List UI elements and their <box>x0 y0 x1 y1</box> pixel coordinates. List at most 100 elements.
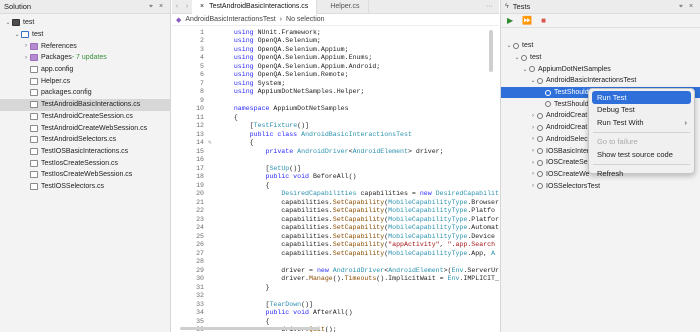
chevron-icon[interactable]: › <box>529 160 537 166</box>
chevron-icon[interactable]: › <box>529 113 537 119</box>
solution-tree-item[interactable]: app.config <box>0 64 170 76</box>
context-menu-item[interactable]: Refresh <box>592 168 691 181</box>
code-line: 29 driver = new AndroidDriver<AndroidEle… <box>172 266 499 275</box>
code-line: 14 ✎ { <box>172 139 499 148</box>
solution-tree-item[interactable]: › References <box>0 40 170 52</box>
chevron-icon[interactable]: ⌄ <box>529 77 537 84</box>
test-tree-item[interactable]: ⌄ test <box>501 52 700 64</box>
nav-forward-icon[interactable]: › <box>182 3 192 10</box>
solution-tree-item[interactable]: Helper.cs <box>0 75 170 87</box>
close-icon[interactable]: × <box>686 3 696 10</box>
vertical-scrollbar[interactable] <box>489 30 493 72</box>
tab-overflow-icon[interactable]: ··· <box>486 3 499 10</box>
chevron-icon[interactable]: › <box>529 125 537 131</box>
chevron-icon[interactable]: ⌄ <box>505 42 513 49</box>
code-line: 23 capabilities.SetCapability(MobileCapa… <box>172 215 499 224</box>
chevron-icon[interactable]: › <box>22 55 30 61</box>
chevron-icon[interactable]: ⌄ <box>513 54 521 61</box>
file-icon <box>30 112 38 120</box>
run-all-icon[interactable]: ⏩ <box>522 16 532 25</box>
code-line: 25 capabilities.SetCapability(MobileCapa… <box>172 232 499 241</box>
line-number: 4 <box>200 54 204 62</box>
test-status-icon <box>537 183 543 190</box>
submenu-arrow-icon: › <box>684 117 688 127</box>
code-editor[interactable]: 1 using NUnit.Framework; 2 using OpenQA.S… <box>172 28 499 332</box>
solution-tree-item[interactable]: packages.config <box>0 87 170 99</box>
line-number: 3 <box>200 45 204 53</box>
test-tree-label: IOSBasicInter <box>546 147 590 155</box>
code-text: using OpenQA.Selenium.Appium.Enums; <box>233 54 373 62</box>
file-icon <box>30 66 38 74</box>
chevron-icon[interactable]: › <box>529 183 537 189</box>
chevron-icon[interactable]: › <box>529 148 537 154</box>
tests-toolbar: ▶ ⏩ ■ <box>501 14 700 28</box>
solution-tree-item[interactable]: ⌄ test <box>0 17 170 29</box>
solution-tree-label: app.config <box>41 66 74 74</box>
test-tree-item[interactable]: › IOSSelectorsTest <box>501 180 700 192</box>
code-line: 26 capabilities.SetCapability("appActivi… <box>172 241 499 250</box>
solution-tree-item[interactable]: TestIosCreateSession.cs <box>0 157 170 169</box>
line-number: 22 <box>196 207 204 215</box>
tab-close-icon[interactable]: × <box>200 3 204 10</box>
code-line: 7 using System; <box>172 79 499 88</box>
code-line: 21 capabilities.SetCapability(MobileCapa… <box>172 198 499 207</box>
folder-icon <box>30 42 38 50</box>
test-status-icon <box>545 89 551 96</box>
context-menu-item[interactable]: Show test source code <box>592 148 691 161</box>
line-number: 5 <box>200 62 204 70</box>
code-line: 34 public void AfterAll() <box>172 309 499 318</box>
code-line: 15 private AndroidDriver<AndroidElement>… <box>172 147 499 156</box>
solution-tree-item[interactable]: TestAndroidCreateSession.cs <box>0 111 170 123</box>
solution-tree-item[interactable]: TestIOSBasicInteractions.cs <box>0 146 170 158</box>
line-number: 35 <box>196 317 204 325</box>
nav-back-icon[interactable]: ‹ <box>172 3 182 10</box>
context-menu: Run Test Debug Test Run Test With › Go to fa… <box>588 88 695 178</box>
solution-tree-item[interactable]: › Packages - 7 updates <box>0 52 170 64</box>
test-tree-label: AndroidSelec <box>546 135 588 143</box>
file-icon <box>30 147 38 155</box>
code-line: 19 { <box>172 181 499 190</box>
solution-tree-label: TestAndroidCreateWebSession.cs <box>41 124 148 132</box>
chevron-icon[interactable]: › <box>529 136 537 142</box>
breadcrumb-class[interactable]: AndroidBasicInteractionsTest <box>185 16 275 23</box>
editor-tab[interactable]: × TestAndroidBasicInteractions.cs <box>192 0 318 14</box>
chevron-icon[interactable]: ⌄ <box>13 31 21 38</box>
menu-item-label: Run Test With <box>597 117 644 127</box>
context-menu-item[interactable]: Run Test <box>592 91 691 104</box>
solution-tree-item[interactable]: ⌄ test <box>0 29 170 41</box>
editor-tab[interactable]: Helper.cs <box>317 0 369 14</box>
test-tree-item[interactable]: ⌄ test <box>501 40 700 52</box>
close-icon[interactable]: × <box>156 3 166 10</box>
solution-tree-item[interactable]: TestIosCreateWebSession.cs <box>0 169 170 181</box>
run-icon[interactable]: ▶ <box>507 16 513 25</box>
solution-tree-item[interactable]: TestAndroidBasicInteractions.cs <box>0 98 170 111</box>
line-number: 17 <box>196 164 204 172</box>
line-number: 13 <box>196 130 204 138</box>
pin-icon[interactable]: ⌖ <box>676 3 686 11</box>
solution-tree-label: TestAndroidBasicInteractions.cs <box>41 101 141 109</box>
code-text: public class AndroidBasicInteractionsTes… <box>249 130 412 138</box>
chevron-icon[interactable]: › <box>22 43 30 49</box>
test-tree-label: test <box>530 54 542 62</box>
test-tree-item[interactable]: ⌄ AndroidBasicInteractionsTest <box>501 75 700 87</box>
code-text: { <box>218 181 270 189</box>
pin-icon[interactable]: ⌖ <box>146 3 156 11</box>
solution-icon <box>12 19 20 27</box>
breadcrumb-selection[interactable]: No selection <box>286 16 325 23</box>
code-text: namespace AppiumDotNetSamples <box>233 105 349 113</box>
menu-separator <box>593 163 690 165</box>
stop-icon[interactable]: ■ <box>541 16 546 25</box>
horizontal-scrollbar[interactable] <box>180 327 320 330</box>
chevron-icon[interactable]: ⌄ <box>4 19 12 26</box>
solution-tree-item[interactable]: TestIOSSelectors.cs <box>0 181 170 193</box>
chevron-icon[interactable]: › <box>529 171 537 177</box>
code-line: 11 { <box>172 113 499 122</box>
test-tree-item[interactable]: ⌄ AppiumDotNetSamples <box>501 63 700 75</box>
context-menu-item[interactable]: Debug Test <box>592 104 691 117</box>
solution-tree-item[interactable]: TestAndroidCreateWebSession.cs <box>0 122 170 134</box>
context-menu-item[interactable]: Run Test With › <box>592 116 691 129</box>
test-tree-label: IOSCreateSes <box>546 159 592 167</box>
code-text: [TearDown()] <box>218 300 313 308</box>
chevron-icon[interactable]: ⌄ <box>521 66 529 73</box>
solution-tree-item[interactable]: TestAndroidSelectors.cs <box>0 134 170 146</box>
